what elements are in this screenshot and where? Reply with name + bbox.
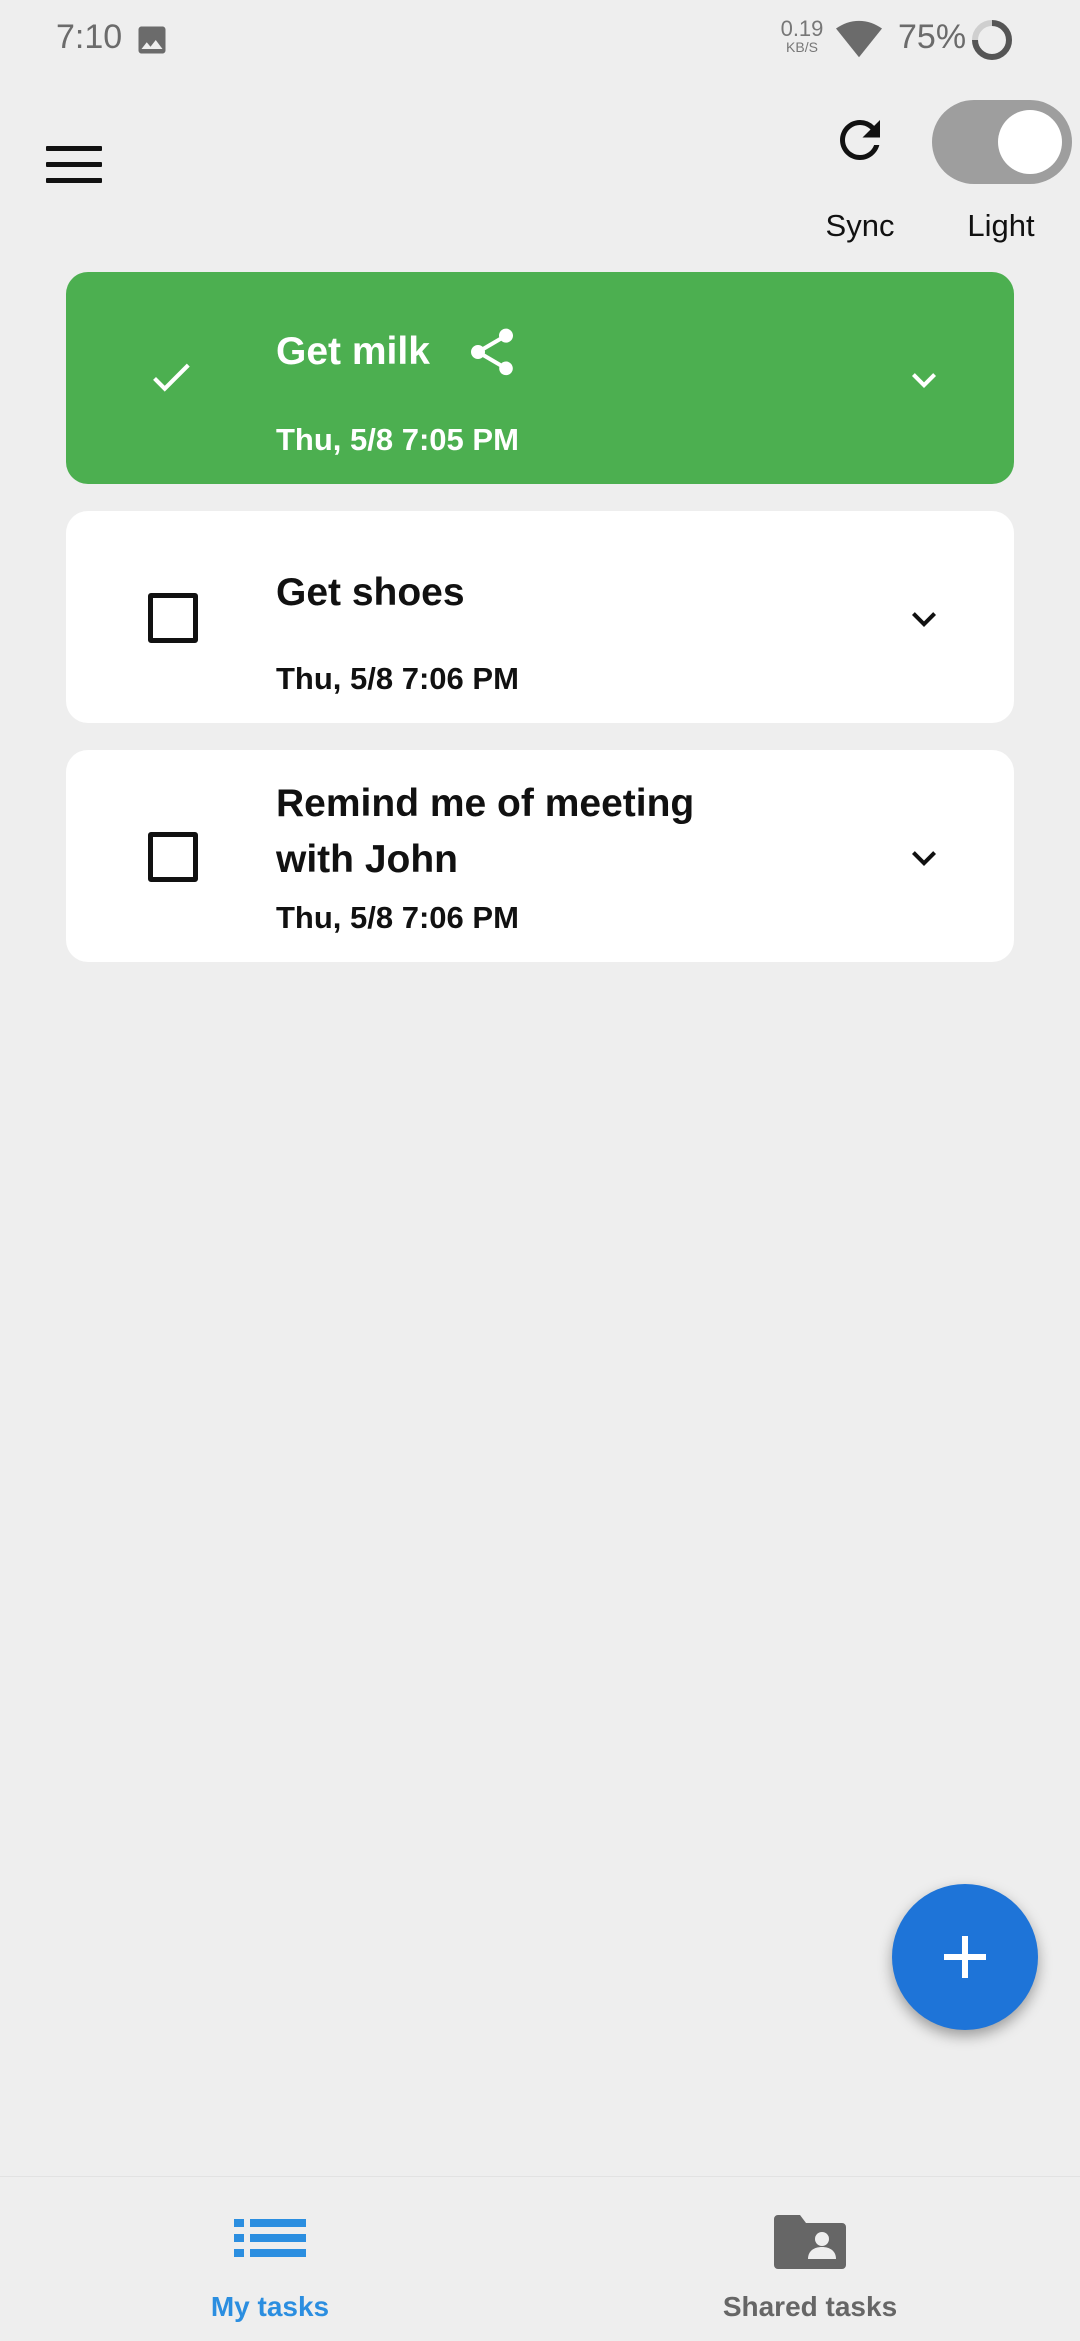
- toggle-knob: [998, 110, 1062, 174]
- task-checkbox[interactable]: [148, 832, 198, 882]
- network-speed: 0.19 KB/S: [780, 16, 824, 55]
- network-speed-unit: KB/S: [786, 39, 818, 55]
- refresh-icon[interactable]: [830, 110, 890, 170]
- nav-shared-tasks-label: Shared tasks: [722, 2291, 898, 2322]
- task-list: Get milk Thu, 5/8 7:05 PM Get shoes Thu,…: [66, 272, 1014, 989]
- task-checkbox[interactable]: [148, 593, 198, 643]
- wifi-icon: [836, 20, 882, 58]
- theme-toggle-control: Light: [932, 100, 1076, 250]
- task-date: Thu, 5/8 7:05 PM: [276, 422, 519, 457]
- nav-my-tasks-label: My tasks: [210, 2291, 330, 2322]
- sync-control: Sync: [812, 110, 908, 250]
- image-notification-icon: [138, 26, 166, 54]
- task-title: Remind me of meeting with John: [276, 782, 695, 881]
- plus-icon: [944, 1936, 986, 1978]
- task-date: Thu, 5/8 7:06 PM: [276, 900, 519, 935]
- bottom-navigation: My tasks Shared tasks: [0, 2176, 1080, 2341]
- menu-button[interactable]: [46, 146, 102, 194]
- check-icon[interactable]: [146, 352, 196, 402]
- chevron-down-icon[interactable]: [900, 356, 948, 404]
- share-icon[interactable]: [464, 324, 520, 380]
- shared-folder-icon: [774, 2215, 846, 2269]
- status-time: 7:10: [56, 18, 123, 56]
- nav-my-tasks[interactable]: My tasks: [0, 2177, 540, 2341]
- task-card[interactable]: Get shoes Thu, 5/8 7:06 PM: [66, 511, 1014, 723]
- task-title: Get shoes: [276, 571, 465, 614]
- task-date: Thu, 5/8 7:06 PM: [276, 661, 519, 696]
- task-card[interactable]: Remind me of meeting with John Thu, 5/8 …: [66, 750, 1014, 962]
- theme-label: Light: [967, 208, 1035, 243]
- sync-label: Sync: [825, 208, 895, 243]
- task-card[interactable]: Get milk Thu, 5/8 7:05 PM: [66, 272, 1014, 484]
- list-icon: [234, 2219, 306, 2257]
- nav-shared-tasks[interactable]: Shared tasks: [540, 2177, 1080, 2341]
- chevron-down-icon[interactable]: [900, 834, 948, 882]
- add-task-button[interactable]: [892, 1884, 1038, 2030]
- chevron-down-icon[interactable]: [900, 595, 948, 643]
- hamburger-icon: [46, 146, 102, 151]
- network-speed-value: 0.19: [780, 16, 824, 41]
- battery-icon: [972, 20, 1012, 60]
- status-bar: 7:10 0.19 KB/S 75%: [0, 0, 1080, 80]
- battery-percent: 75%: [898, 18, 967, 56]
- task-title: Get milk: [276, 330, 430, 373]
- theme-toggle[interactable]: [932, 100, 1072, 184]
